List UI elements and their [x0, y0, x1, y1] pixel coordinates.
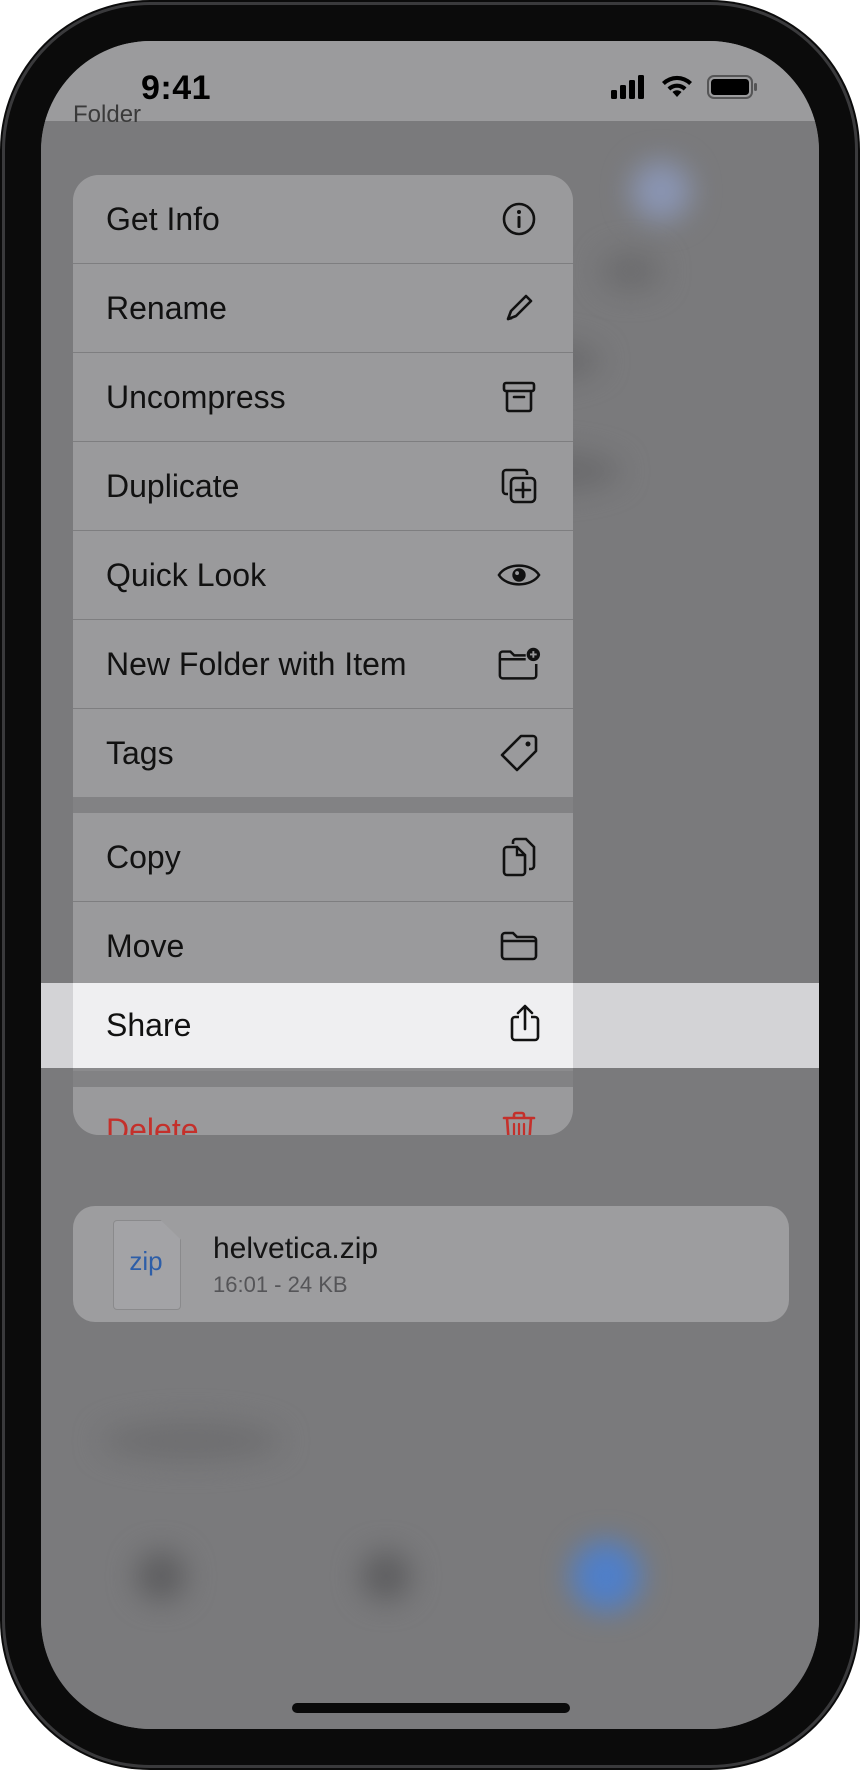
back-button-peek[interactable]: Folder [73, 101, 141, 129]
archive-box-icon [497, 375, 541, 419]
menu-item-get-info[interactable]: Get Info [73, 175, 573, 263]
file-meta: 16:01 - 24 KB [213, 1272, 348, 1297]
trash-icon [497, 1108, 541, 1135]
battery-icon [707, 75, 759, 104]
menu-item-move[interactable]: Move [73, 902, 573, 990]
status-time: 9:41 [141, 69, 212, 107]
menu-item-label: Move [106, 927, 185, 964]
menu-item-uncompress[interactable]: Uncompress [73, 353, 573, 441]
menu-group-gap [73, 797, 573, 813]
folder-icon [497, 924, 541, 968]
menu-item-duplicate[interactable]: Duplicate [73, 442, 573, 530]
menu-item-label: Uncompress [106, 378, 286, 415]
blurred-tab-icon [136, 1551, 186, 1601]
copy-docs-icon [497, 835, 541, 879]
blurred-shape [601, 251, 661, 291]
blurred-tab-icon-active [571, 1541, 641, 1611]
status-icons [611, 75, 759, 104]
info-circle-icon [497, 197, 541, 241]
file-name: helvetica.zip [213, 1232, 379, 1265]
file-type-badge: zip [129, 1246, 163, 1276]
wifi-icon [661, 75, 693, 104]
menu-item-delete[interactable]: Delete [73, 1087, 573, 1135]
share-icon [509, 1003, 541, 1048]
file-preview-card[interactable]: zip helvetica.zip 16:01 - 24 KB [73, 1206, 789, 1322]
menu-item-label: Delete [106, 1111, 199, 1136]
menu-item-rename[interactable]: Rename [73, 264, 573, 352]
blurred-text [101, 1421, 281, 1461]
folder-plus-icon [497, 642, 541, 686]
menu-item-share[interactable]: Share [73, 983, 573, 1068]
menu-item-copy[interactable]: Copy [73, 813, 573, 901]
blurred-tab-icon [361, 1551, 411, 1601]
blurred-button [631, 161, 691, 221]
cellular-signal-icon [611, 75, 647, 104]
eye-icon [497, 553, 541, 597]
menu-item-label: Share [106, 1007, 192, 1043]
menu-item-label: Tags [106, 734, 174, 771]
menu-item-label: Copy [106, 838, 181, 875]
duplicate-plus-icon [497, 464, 541, 508]
pencil-icon [497, 286, 541, 330]
menu-item-quick-look[interactable]: Quick Look [73, 531, 573, 619]
tag-icon [497, 731, 541, 775]
home-indicator[interactable] [292, 1703, 570, 1713]
menu-item-label: New Folder with Item [106, 645, 407, 682]
menu-group-gap [73, 1071, 573, 1087]
menu-item-label: Rename [106, 289, 227, 326]
menu-item-label: Get Info [106, 200, 220, 237]
menu-item-label: Duplicate [106, 467, 240, 504]
menu-item-tags[interactable]: Tags [73, 709, 573, 797]
menu-item-label: Quick Look [106, 556, 267, 593]
menu-item-new-folder-with-item[interactable]: New Folder with Item [73, 620, 573, 708]
